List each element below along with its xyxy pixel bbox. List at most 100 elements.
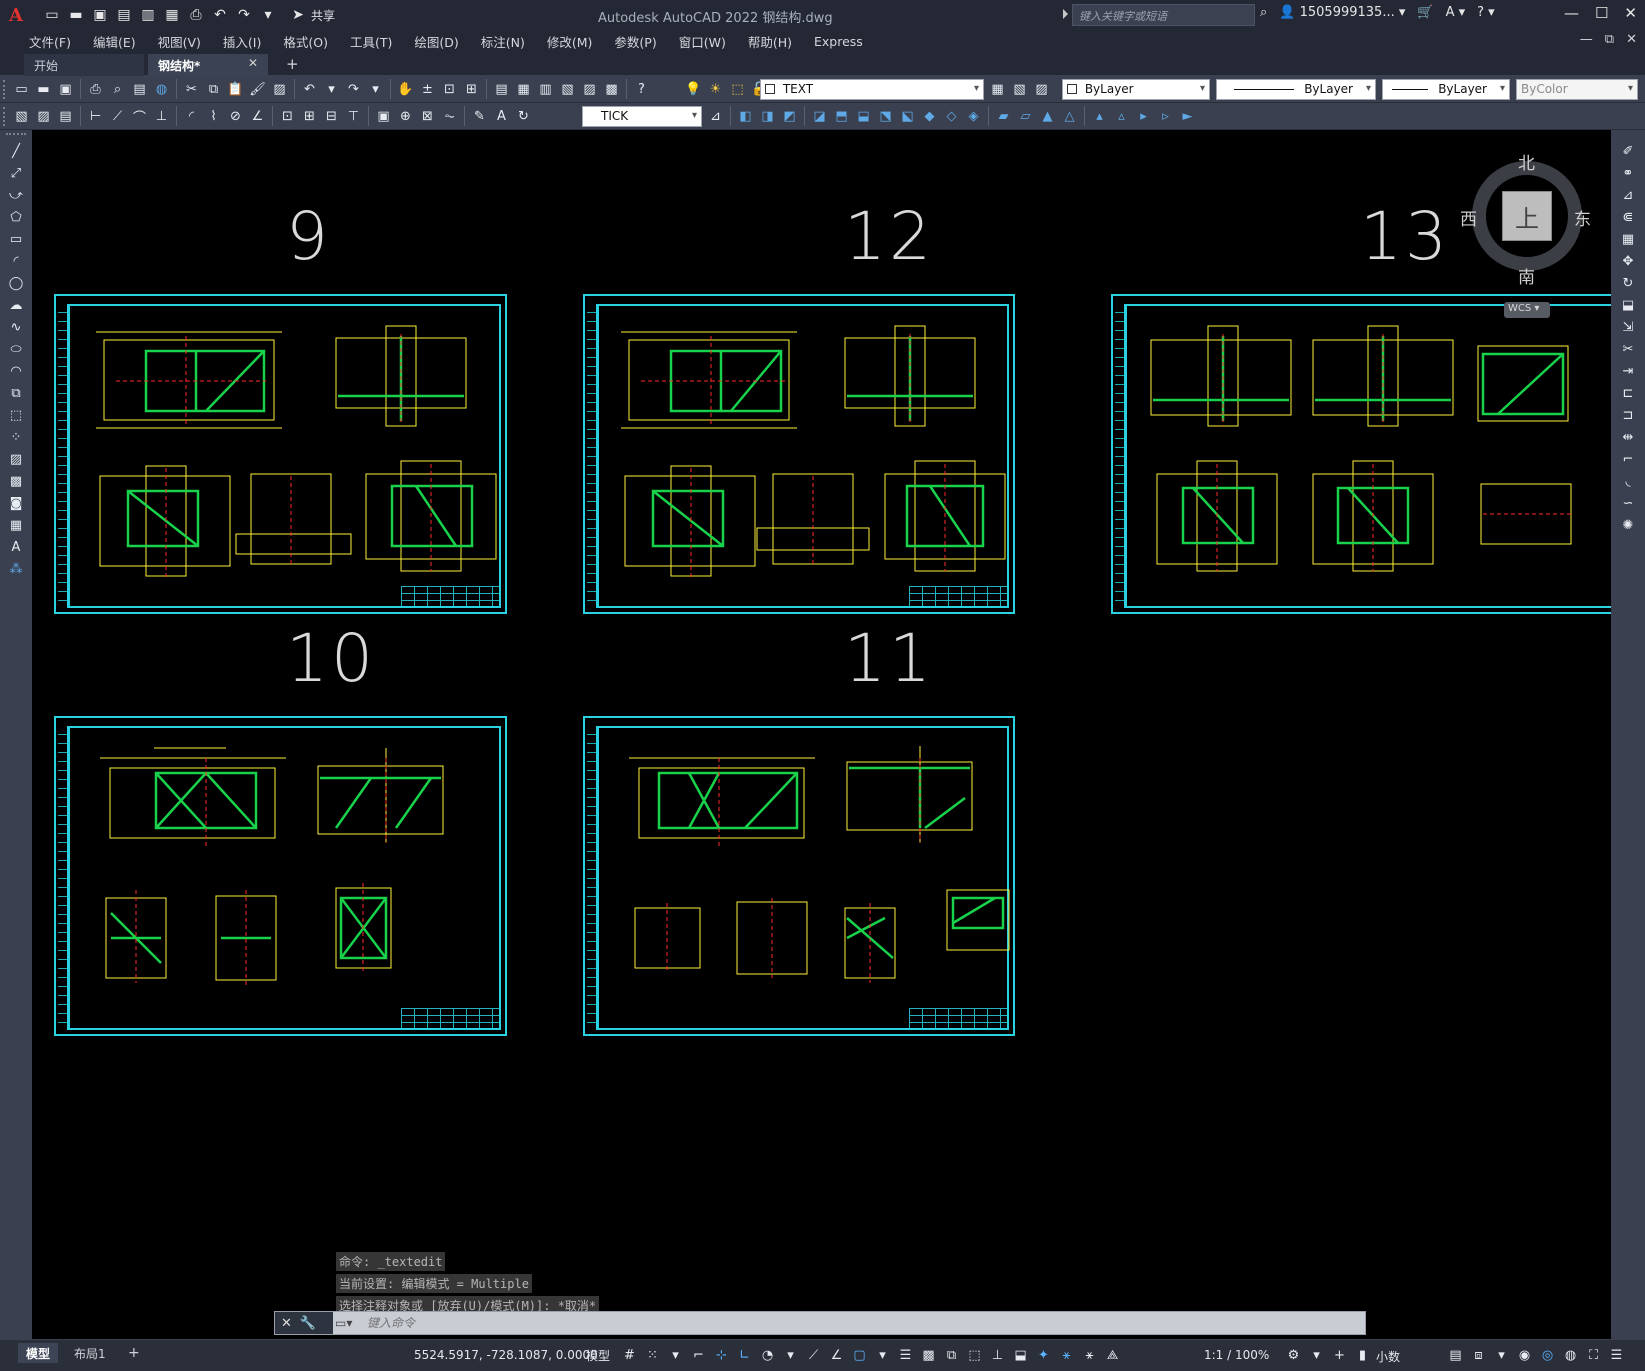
units-icon[interactable]: ▮ — [1353, 1345, 1372, 1365]
offset-faces-icon[interactable]: ⬓ — [854, 106, 873, 126]
chamfer-icon[interactable]: ⌐ — [1618, 450, 1638, 469]
section-plane-icon[interactable]: ► — [1178, 106, 1197, 126]
compass-east[interactable]: 东 — [1574, 205, 1591, 230]
doc-minimize-icon[interactable]: — — [1580, 32, 1593, 47]
menu-window[interactable]: 窗口(W) — [668, 32, 737, 51]
tab-model[interactable]: 模型 — [18, 1343, 59, 1363]
layer-viewport-icon[interactable]: ⬚ — [728, 79, 747, 99]
angular-dim-icon[interactable]: ∠ — [248, 106, 267, 126]
intersect-icon[interactable]: ◩ — [780, 106, 799, 126]
tolerance-icon[interactable]: ▣ — [374, 106, 393, 126]
layer-previous-icon[interactable]: ▨ — [1032, 79, 1051, 99]
delete-faces-icon[interactable]: ⬔ — [876, 106, 895, 126]
toolbar-grip[interactable] — [3, 107, 7, 126]
polar-dropdown-icon[interactable]: ▾ — [781, 1345, 800, 1365]
open-icon[interactable]: ▬ — [34, 79, 53, 99]
lineweight-dropdown[interactable]: ByLayer ▾ — [1382, 79, 1510, 100]
quick-properties-icon[interactable]: ▤ — [1446, 1345, 1465, 1365]
menu-view[interactable]: 视图(V) — [147, 32, 212, 51]
dim-text-edit-icon[interactable]: A — [492, 106, 511, 126]
drawing-canvas[interactable]: 9 12 13 10 11 — [32, 130, 1611, 1340]
transparency-icon[interactable]: ▩ — [919, 1345, 938, 1365]
radius-dim-icon[interactable]: ◜ — [182, 106, 201, 126]
close-command-line-icon[interactable]: ✕ — [281, 1316, 292, 1331]
insert-block-icon[interactable]: ⧉ — [6, 384, 26, 403]
lock-dropdown-icon[interactable]: ▾ — [1492, 1345, 1511, 1365]
rotate-faces-icon[interactable]: ⬕ — [898, 106, 917, 126]
copy-edges-icon[interactable]: ▰ — [994, 106, 1013, 126]
shell-icon[interactable]: ▵ — [1112, 106, 1131, 126]
offset-icon[interactable]: ⋐ — [1618, 208, 1638, 227]
design-center-icon[interactable]: ▦ — [514, 79, 533, 99]
diameter-dim-icon[interactable]: ⊘ — [226, 106, 245, 126]
add-layout-button[interactable]: + — [120, 1343, 148, 1363]
help-icon[interactable]: ? ▾ — [1477, 5, 1495, 20]
preview-icon[interactable]: ⌕ — [108, 79, 127, 99]
union-icon[interactable]: ◧ — [736, 106, 755, 126]
construction-line-icon[interactable]: ⤢ — [6, 164, 26, 183]
isolate-objects-icon[interactable]: ◉ — [1515, 1345, 1534, 1365]
undo-dropdown-icon[interactable]: ▾ — [322, 79, 341, 99]
dimstyle-dropdown[interactable]: TICK ▾ — [582, 106, 702, 127]
block-editor-icon[interactable]: ▨ — [270, 79, 289, 99]
viewcube-top-face[interactable]: 上 — [1502, 191, 1552, 241]
check-icon[interactable]: ▸ — [1134, 106, 1153, 126]
lineweight-display-icon[interactable]: ☰ — [896, 1345, 915, 1365]
paste-icon[interactable]: 📋 — [226, 79, 245, 99]
line-icon[interactable]: ╱ — [6, 142, 26, 161]
point-icon[interactable]: ⁘ — [6, 428, 26, 447]
polyline-icon[interactable]: ⤻ — [6, 186, 26, 205]
undo-icon[interactable]: ↶ — [210, 5, 230, 25]
redo-icon[interactable]: ↷ — [234, 5, 254, 25]
layer-properties-icon[interactable]: ▦ — [988, 79, 1007, 99]
ortho-mode-icon[interactable]: ∟ — [735, 1345, 754, 1365]
doc-restore-icon[interactable]: ⧉ — [1605, 32, 1614, 47]
blend-curves-icon[interactable]: ∽ — [1618, 494, 1638, 513]
viewcube[interactable]: 上 北 南 东 西 — [1460, 154, 1591, 288]
zoom-realtime-icon[interactable]: ± — [418, 79, 437, 99]
extend-icon[interactable]: ⇥ — [1618, 362, 1638, 381]
dim-update-icon[interactable]: ↻ — [514, 106, 533, 126]
save-as-icon[interactable]: ▤ — [114, 5, 134, 25]
gizmo-icon[interactable]: ✦ — [1034, 1345, 1053, 1365]
linear-dim-icon[interactable]: ⊢ — [86, 106, 105, 126]
menu-help[interactable]: 帮助(H) — [737, 32, 803, 51]
pan-icon[interactable]: ✋ — [396, 79, 415, 99]
layer-thaw-icon[interactable]: ☀ — [706, 79, 725, 99]
dim-space-icon[interactable]: ⊤ — [344, 106, 363, 126]
imprint-icon[interactable]: ▲ — [1038, 106, 1057, 126]
dim-edit-icon[interactable]: ✎ — [470, 106, 489, 126]
solid-history-icon[interactable]: ▹ — [1156, 106, 1175, 126]
break-icon[interactable]: ⊐ — [1618, 406, 1638, 425]
tab-document[interactable]: 钢结构* ✕ — [148, 54, 268, 76]
annotation-visibility-icon[interactable]: ⚹ — [1057, 1345, 1076, 1365]
jogged-linear-icon[interactable]: ⏦ — [440, 106, 459, 126]
compass-west[interactable]: 西 — [1460, 205, 1477, 230]
erase-icon[interactable]: ✐ — [1618, 142, 1638, 161]
color-dropdown[interactable]: ByLayer ▾ — [1062, 79, 1210, 100]
ordinate-dim-icon[interactable]: ⊥ — [152, 106, 171, 126]
close-icon[interactable]: ✕ — [1624, 4, 1637, 22]
join-icon[interactable]: ⇹ — [1618, 428, 1638, 447]
annotation-scale[interactable]: 1:1 / 100% — [1204, 1348, 1269, 1362]
customization-icon[interactable]: ☰ — [1607, 1345, 1626, 1365]
menu-draw[interactable]: 绘图(D) — [403, 32, 469, 51]
stretch-icon[interactable]: ⇲ — [1618, 318, 1638, 337]
toolbar-grip[interactable] — [6, 133, 26, 135]
mtext-icon[interactable]: A — [6, 538, 26, 557]
revision-cloud-icon[interactable]: ☁ — [6, 296, 26, 315]
tab-layout1[interactable]: 布局1 — [66, 1343, 114, 1363]
hardware-acceleration-icon[interactable]: ◎ — [1538, 1345, 1557, 1365]
menu-dimension[interactable]: 标注(N) — [470, 32, 536, 51]
move-faces-icon[interactable]: ⬒ — [832, 106, 851, 126]
customize-qa-icon[interactable]: ▾ — [258, 5, 278, 25]
cut-icon[interactable]: ✂ — [182, 79, 201, 99]
recent-commands-icon[interactable]: ▭▾ — [335, 1314, 365, 1332]
copy-object-icon[interactable]: ⚭ — [1618, 164, 1638, 183]
dimstyle-icon[interactable]: ⊿ — [706, 106, 725, 126]
qnew-icon[interactable]: ▭ — [12, 79, 31, 99]
zoom-window-icon[interactable]: ⊡ — [440, 79, 459, 99]
copy-icon[interactable]: ⧉ — [204, 79, 223, 99]
arc-icon[interactable]: ◜ — [6, 252, 26, 271]
osnap-dropdown-icon[interactable]: ▾ — [873, 1345, 892, 1365]
